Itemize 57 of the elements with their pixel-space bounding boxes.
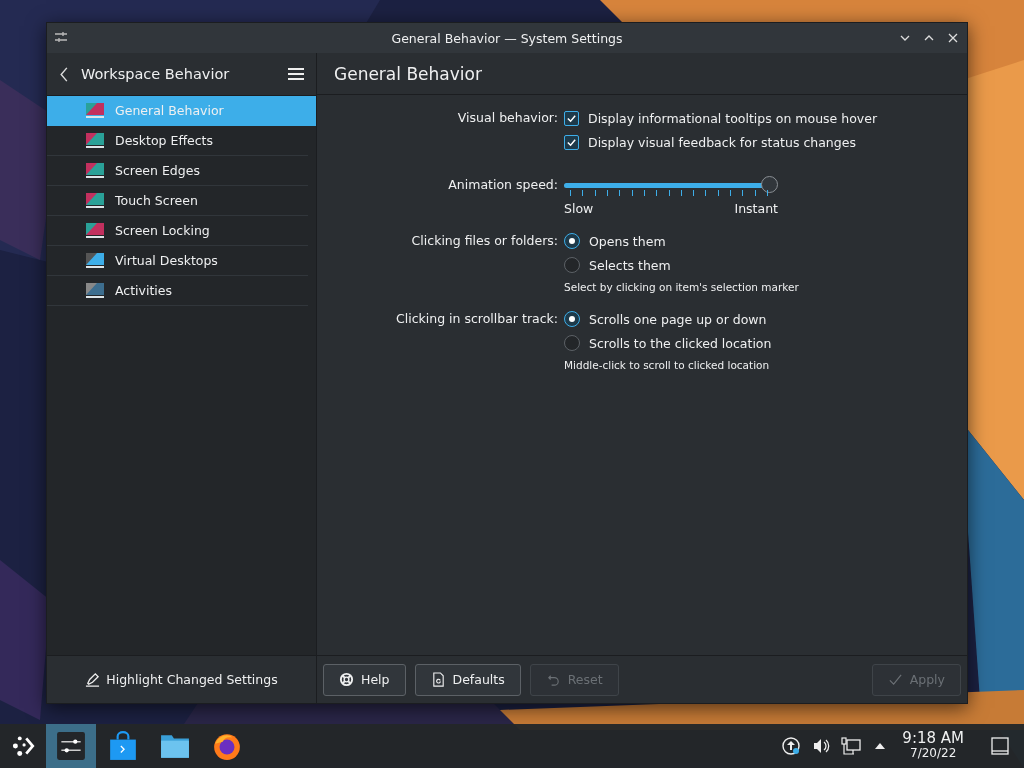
sidebar-title: Workspace Behavior (81, 66, 231, 82)
sidebar-item[interactable]: Desktop Effects (47, 126, 308, 156)
window-title: General Behavior — System Settings (391, 30, 623, 46)
back-icon[interactable] (59, 65, 69, 83)
sidebar-item[interactable]: Virtual Desktops (47, 246, 308, 276)
radio-button[interactable] (564, 311, 580, 327)
checkbox[interactable] (564, 134, 579, 150)
setting-label: Visual behavior: (457, 110, 558, 125)
radio-button[interactable] (564, 335, 580, 351)
document-icon (430, 672, 446, 687)
checkbox-label[interactable]: Display visual feedback for status changes (588, 134, 856, 150)
clock[interactable]: 9:18 AM 7/20/22 (894, 731, 972, 761)
checkmark-icon (566, 136, 577, 148)
show-desktop-icon[interactable] (990, 736, 1010, 756)
settings-module-icon (85, 131, 105, 150)
task-settings[interactable] (46, 724, 96, 768)
page-title: General Behavior (334, 63, 482, 84)
settings-module-icon (85, 221, 105, 240)
radio-label[interactable]: Scrolls to the clicked location (589, 335, 772, 351)
update-icon[interactable] (781, 736, 802, 756)
sidebar-item[interactable]: Touch Screen (47, 186, 308, 216)
checkbox[interactable] (564, 110, 579, 126)
settings-module-icon (85, 101, 105, 120)
sidebar-item[interactable]: Screen Locking (47, 216, 308, 246)
slider-max-label: Instant (734, 201, 778, 216)
radio-label[interactable]: Selects them (589, 257, 671, 273)
slider[interactable] (564, 176, 778, 196)
hint-text: Middle-click to scroll to clicked location (564, 358, 771, 373)
sliders-icon (56, 731, 86, 761)
setting-label: Clicking in scrollbar track: (395, 311, 558, 326)
checkbox-label[interactable]: Display informational tooltips on mouse hover (588, 110, 878, 126)
hint-text: Select by clicking on item's selection marker (564, 280, 799, 295)
lifebuoy-icon (339, 672, 354, 687)
highlighter-icon (85, 672, 101, 687)
settings-module-icon (85, 281, 105, 300)
slider-min-label: Slow (564, 201, 594, 216)
shopping-bag-icon (108, 731, 138, 761)
radio-button[interactable] (564, 257, 580, 273)
close-icon[interactable] (947, 32, 959, 44)
checkmark-icon (887, 672, 903, 687)
defaults-button[interactable]: Defaults (414, 663, 521, 696)
settings-module-icon (85, 161, 105, 180)
sidebar-item[interactable]: Screen Edges (47, 156, 308, 186)
setting-label: Clicking files or folders: (411, 233, 558, 248)
settings-module-icon (85, 191, 105, 210)
network-icon[interactable] (841, 736, 862, 756)
sidebar-item[interactable]: Activities (47, 276, 308, 306)
setting-label: Animation speed: (448, 177, 558, 192)
radio-button[interactable] (564, 233, 580, 249)
expand-tray-icon[interactable] (874, 742, 887, 750)
menu-icon[interactable] (288, 67, 304, 81)
radio-label[interactable]: Opens them (589, 233, 666, 249)
checkmark-icon (566, 112, 577, 124)
settings-module-icon (85, 251, 105, 270)
fox-globe-icon (212, 731, 242, 761)
help-button[interactable]: Help (323, 663, 406, 696)
radio-label[interactable]: Scrolls one page up or down (589, 311, 767, 327)
